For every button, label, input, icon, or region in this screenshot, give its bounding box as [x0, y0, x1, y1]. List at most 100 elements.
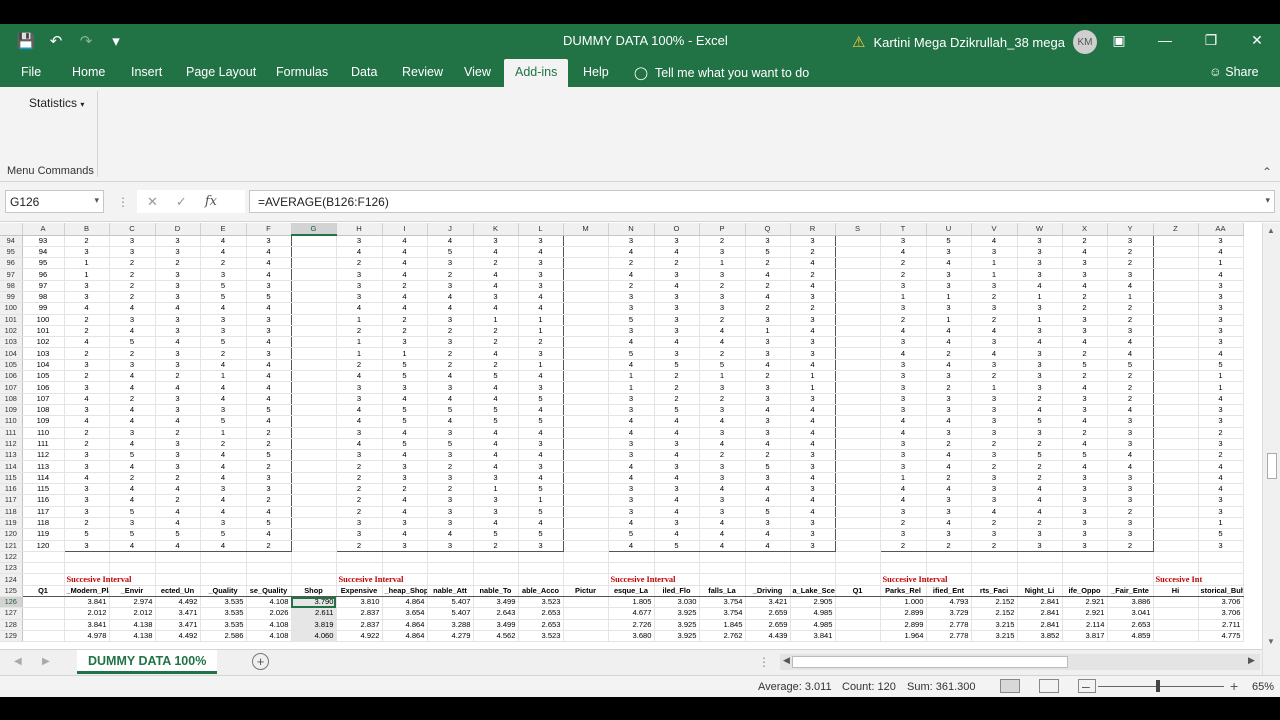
cell[interactable] — [1153, 257, 1199, 270]
cell[interactable]: 2 — [699, 235, 746, 247]
tab-formulas[interactable]: Formulas — [276, 65, 328, 79]
cell[interactable]: 1 — [1017, 291, 1063, 304]
cell[interactable] — [22, 551, 65, 564]
cell[interactable] — [563, 347, 609, 360]
cell[interactable]: 3 — [1062, 404, 1108, 417]
cell[interactable] — [291, 517, 337, 530]
cell[interactable] — [1153, 596, 1199, 609]
cell[interactable]: 3 — [1017, 325, 1063, 338]
row-header-112[interactable]: 112 — [0, 438, 23, 451]
cell[interactable]: 4.864 — [382, 596, 428, 609]
row-header-113[interactable]: 113 — [0, 449, 23, 462]
cell[interactable]: 2 — [109, 472, 156, 485]
cell[interactable]: 3.754 — [699, 607, 746, 620]
cell[interactable]: 2 — [335, 257, 383, 270]
cell[interactable]: 3 — [699, 381, 746, 394]
cell[interactable]: 2 — [654, 370, 700, 383]
cell[interactable]: 4 — [790, 506, 836, 518]
cell[interactable]: 104 — [22, 359, 65, 372]
cell[interactable]: 2 — [382, 325, 428, 338]
cell[interactable]: 4 — [155, 483, 201, 496]
cell[interactable]: 96 — [22, 268, 65, 281]
cell[interactable]: 2 — [335, 506, 383, 518]
cell[interactable]: 4 — [879, 347, 927, 360]
cell[interactable]: 3 — [427, 449, 474, 462]
cell[interactable]: 4 — [926, 415, 972, 428]
cell[interactable]: 4 — [109, 404, 156, 417]
cell[interactable]: 4 — [654, 528, 700, 541]
cell[interactable]: 4.793 — [926, 596, 972, 609]
cell[interactable]: 4 — [654, 415, 700, 428]
cell[interactable]: 2 — [63, 325, 110, 338]
cell[interactable]: 5 — [473, 528, 519, 541]
cell[interactable]: 2 — [654, 393, 700, 405]
tab-view[interactable]: View — [464, 65, 491, 79]
cell[interactable]: 2.974 — [109, 596, 156, 609]
status-sum[interactable]: Sum: 361.300 — [907, 681, 976, 693]
cell[interactable]: 3 — [971, 246, 1018, 259]
cell[interactable]: 1 — [745, 325, 791, 338]
select-all-corner[interactable] — [0, 223, 23, 236]
cell[interactable]: 2 — [790, 302, 836, 315]
cell[interactable]: 3 — [427, 472, 474, 485]
cell[interactable]: 3 — [1197, 540, 1244, 552]
cell[interactable]: 4 — [1062, 438, 1108, 451]
cell[interactable]: 3 — [745, 472, 791, 485]
cell[interactable]: 3 — [1107, 415, 1154, 428]
cell[interactable]: 4.439 — [745, 630, 791, 643]
cell[interactable]: 4 — [790, 280, 836, 292]
cell[interactable]: 1 — [607, 381, 655, 394]
cell[interactable] — [291, 370, 337, 383]
cell[interactable] — [1153, 268, 1199, 281]
cell[interactable] — [563, 257, 609, 270]
cell[interactable]: 3 — [155, 291, 201, 304]
cell[interactable] — [563, 314, 609, 326]
cell[interactable] — [654, 551, 700, 564]
cell[interactable]: 2 — [1107, 540, 1154, 552]
cell[interactable] — [835, 291, 881, 304]
cell[interactable]: 2 — [1107, 506, 1154, 518]
cell[interactable]: 4 — [518, 449, 564, 462]
cell[interactable] — [563, 370, 609, 383]
column-header-v[interactable]: V — [971, 223, 1018, 236]
column-header-e[interactable]: E — [200, 223, 247, 236]
cell[interactable]: 3 — [654, 517, 700, 530]
cell[interactable]: 3 — [246, 235, 292, 247]
cell[interactable]: 3 — [63, 494, 110, 507]
cell[interactable] — [835, 619, 881, 631]
cell[interactable] — [1153, 607, 1199, 620]
cell[interactable]: 3 — [790, 517, 836, 530]
cell[interactable]: 4 — [155, 517, 201, 530]
cell[interactable]: 3 — [699, 460, 746, 473]
column-label[interactable]: Q1 — [22, 585, 65, 598]
cell[interactable]: 2.762 — [699, 630, 746, 643]
cell[interactable]: 3 — [473, 472, 519, 485]
cell[interactable]: 2 — [1062, 370, 1108, 383]
cell[interactable]: 1 — [1197, 370, 1244, 383]
column-label[interactable]: Q1 — [835, 585, 881, 598]
cell[interactable] — [1153, 449, 1199, 462]
cell[interactable]: 4 — [1197, 268, 1244, 281]
cell[interactable]: 2 — [971, 291, 1018, 304]
cell[interactable]: 3.499 — [473, 619, 519, 631]
cell[interactable]: 5 — [473, 415, 519, 428]
cell[interactable]: 2.659 — [745, 619, 791, 631]
cell[interactable]: 2 — [879, 517, 927, 530]
cell[interactable]: 4 — [200, 381, 247, 394]
cell[interactable]: 4 — [473, 393, 519, 405]
cell[interactable] — [835, 404, 881, 417]
cell[interactable]: 3 — [1107, 517, 1154, 530]
cell[interactable]: 3 — [155, 449, 201, 462]
column-label[interactable]: _Envir — [109, 585, 156, 598]
cell[interactable] — [563, 302, 609, 315]
cell[interactable] — [291, 540, 337, 552]
cell[interactable]: 3 — [607, 506, 655, 518]
column-header-d[interactable]: D — [155, 223, 201, 236]
cell[interactable]: 3 — [1017, 528, 1063, 541]
cell[interactable]: 4 — [246, 257, 292, 270]
zoom-in-icon[interactable]: + — [1230, 678, 1238, 694]
vertical-scrollbar[interactable]: ▲ ▼ — [1262, 223, 1280, 675]
cell[interactable]: 3.841 — [64, 619, 110, 631]
column-header-n[interactable]: N — [608, 223, 655, 236]
cell[interactable]: 3 — [1107, 325, 1154, 338]
